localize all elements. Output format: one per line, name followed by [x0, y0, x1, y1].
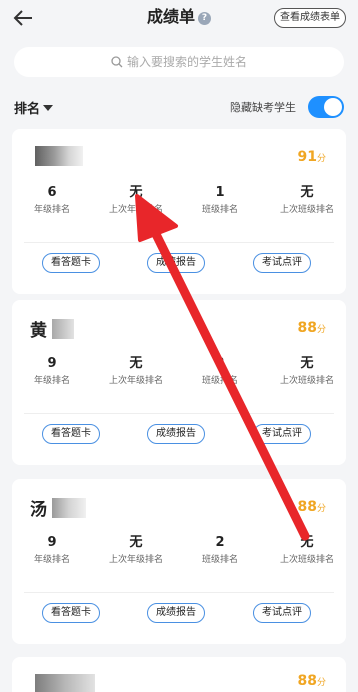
redacted-name — [35, 673, 96, 692]
stat-grade-rank: 9 年级排名 — [12, 534, 92, 567]
student-card[interactable]: 91分 6 年级排名 无上次年级排名 1 班级排名 无上次班级排名 看答题卡 成绩报… — [12, 129, 346, 294]
stat-value: 2 — [215, 535, 225, 550]
answer-sheet-button[interactable]: 看答题卡 — [42, 253, 100, 273]
stat-value: 2 — [215, 356, 225, 371]
stat-grade-rank: 9 年级排名 — [12, 355, 92, 388]
answer-sheet-button[interactable]: 看答题卡 — [42, 424, 100, 444]
exam-review-button[interactable]: 考试点评 — [253, 603, 311, 623]
stat-value: 无 — [129, 535, 143, 550]
stat-label: 上次班级排名 — [279, 555, 334, 565]
toggle-knob — [324, 98, 342, 116]
rank-stats: 6 年级排名 无上次年级排名 1 班级排名 无上次班级排名 — [12, 184, 346, 224]
stat-value: 无 — [300, 185, 314, 200]
redacted-name — [35, 145, 84, 166]
student-name: 黄 — [30, 321, 47, 341]
card-actions: 看答题卡 成绩报告 考试点评 — [12, 424, 346, 448]
divider — [24, 242, 334, 243]
answer-sheet-button[interactable]: 看答题卡 — [42, 603, 100, 623]
stat-value: 无 — [129, 185, 143, 200]
stat-label: 上次班级排名 — [279, 376, 334, 386]
card-actions: 看答题卡 成绩报告 考试点评 — [12, 603, 346, 627]
student-card[interactable]: 88分 — [12, 657, 346, 692]
stat-value: 无 — [300, 535, 314, 550]
stat-label: 班级排名 — [201, 555, 238, 565]
score-unit: 分 — [316, 678, 326, 688]
stat-value: 无 — [300, 356, 314, 371]
card-actions: 看答题卡 成绩报告 考试点评 — [12, 253, 346, 277]
score-value: 88 — [297, 320, 317, 336]
stat-label: 班级排名 — [201, 205, 238, 215]
stat-last-class-rank: 无上次班级排名 — [267, 534, 347, 567]
top-bar: 成绩单? 查看成绩表单 — [0, 0, 358, 36]
redacted-name — [52, 497, 87, 518]
stat-class-rank: 2 班级排名 — [180, 355, 260, 388]
score-value: 88 — [297, 673, 317, 689]
redacted-name — [52, 318, 75, 339]
rank-stats: 9 年级排名 无上次年级排名 2 班级排名 无上次班级排名 — [12, 534, 346, 574]
help-icon[interactable]: ? — [198, 12, 211, 25]
score-report-button[interactable]: 成绩报告 — [147, 424, 205, 444]
stat-class-rank: 1 班级排名 — [180, 184, 260, 217]
score-unit: 分 — [316, 154, 326, 164]
stat-label: 班级排名 — [201, 376, 238, 386]
student-name-row: 黄 — [30, 316, 75, 341]
stat-grade-rank: 6 年级排名 — [12, 184, 92, 217]
search-icon — [111, 56, 123, 68]
score-value: 88 — [297, 499, 317, 515]
page-title: 成绩单 — [146, 7, 195, 26]
exam-review-button[interactable]: 考试点评 — [253, 253, 311, 273]
search-placeholder: 输入要搜索的学生姓名 — [126, 55, 247, 69]
score-report-button[interactable]: 成绩报告 — [147, 603, 205, 623]
hide-absent-label: 隐藏缺考学生 — [230, 101, 296, 114]
stat-value: 无 — [129, 356, 143, 371]
sort-dropdown[interactable]: 排名 — [14, 98, 54, 117]
view-score-sheet-button[interactable]: 查看成绩表单 — [274, 8, 346, 28]
stat-last-class-rank: 无上次班级排名 — [267, 184, 347, 217]
stat-label: 年级排名 — [33, 555, 70, 565]
student-name-row — [30, 673, 96, 692]
student-name: 汤 — [30, 500, 47, 520]
stat-label: 年级排名 — [33, 376, 70, 386]
stat-class-rank: 2 班级排名 — [180, 534, 260, 567]
stat-label: 上次年级排名 — [108, 205, 163, 215]
divider — [24, 413, 334, 414]
student-score: 91分 — [298, 149, 327, 165]
sort-label: 排名 — [14, 102, 41, 117]
stat-last-grade-rank: 无上次年级排名 — [96, 355, 176, 388]
stat-value: 6 — [47, 185, 57, 200]
divider — [24, 592, 334, 593]
student-score: 88分 — [298, 673, 327, 689]
stat-value: 9 — [47, 535, 57, 550]
rank-stats: 9 年级排名 无上次年级排名 2 班级排名 无上次班级排名 — [12, 355, 346, 395]
stat-label: 年级排名 — [33, 205, 70, 215]
exam-review-button[interactable]: 考试点评 — [253, 424, 311, 444]
student-score: 88分 — [298, 320, 327, 336]
stat-last-class-rank: 无上次班级排名 — [267, 355, 347, 388]
student-name-row — [30, 145, 84, 169]
stat-label: 上次年级排名 — [108, 555, 163, 565]
student-search-input[interactable]: 输入要搜索的学生姓名 — [14, 47, 344, 77]
stat-value: 1 — [215, 185, 225, 200]
student-card[interactable]: 黄 88分 9 年级排名 无上次年级排名 2 班级排名 无上次班级排名 看答题卡 成… — [12, 300, 346, 465]
stat-label: 上次年级排名 — [108, 376, 163, 386]
student-score: 88分 — [298, 499, 327, 515]
caret-down-icon — [43, 105, 54, 111]
score-unit: 分 — [316, 325, 326, 335]
score-report-button[interactable]: 成绩报告 — [147, 253, 205, 273]
stat-last-grade-rank: 无上次年级排名 — [96, 184, 176, 217]
hide-absent-toggle[interactable] — [308, 96, 344, 118]
score-unit: 分 — [316, 504, 326, 514]
score-value: 91 — [297, 149, 317, 165]
student-card[interactable]: 汤 88分 9 年级排名 无上次年级排名 2 班级排名 无上次班级排名 看答题卡 成… — [12, 479, 346, 644]
stat-label: 上次班级排名 — [279, 205, 334, 215]
stat-last-grade-rank: 无上次年级排名 — [96, 534, 176, 567]
stat-value: 9 — [47, 356, 57, 371]
student-name-row: 汤 — [30, 495, 87, 520]
